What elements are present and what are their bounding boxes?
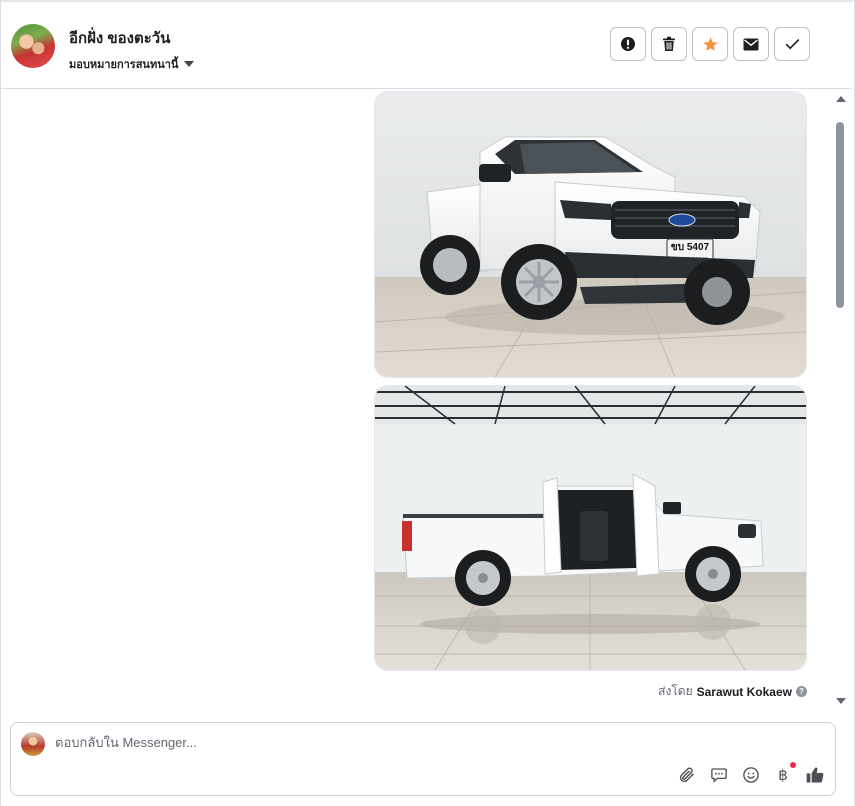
reply-input[interactable] (55, 735, 655, 750)
star-icon (702, 36, 718, 51)
paperclip-icon (679, 767, 694, 783)
like-button[interactable] (805, 765, 825, 785)
sent-by-prefix: ส่งโดย (658, 684, 693, 698)
checkmark-icon (785, 39, 799, 50)
conversation-header: อีกฝั่ง ของตะวัน มอบหมายการสนทนานี้ (1, 2, 852, 89)
sender-name[interactable]: Sarawut Kokaew (697, 685, 792, 699)
page-avatar (21, 732, 45, 756)
license-plate: ขบ 5407 (671, 242, 710, 253)
trash-icon (663, 36, 675, 51)
contact-name[interactable]: อีกฝั่ง ของตะวัน (69, 26, 170, 50)
emoji-button[interactable] (741, 765, 761, 785)
payment-button[interactable]: ฿ (773, 762, 796, 785)
speech-bubble-icon (711, 768, 727, 783)
assign-conversation-dropdown[interactable]: มอบหมายการสนทนานี้ (69, 55, 195, 73)
thread-scrollbar[interactable] (834, 92, 848, 708)
notification-dot (790, 762, 796, 768)
scrollbar-thumb[interactable] (836, 122, 844, 308)
assign-label: มอบหมายการสนทนานี้ (69, 59, 179, 71)
message-thread: ขบ 5407 กรุงเทพมหานคร (1, 89, 835, 714)
baht-icon: ฿ (778, 766, 788, 784)
caret-down-icon (184, 61, 195, 67)
reply-composer: ฿ (10, 722, 836, 796)
scroll-down-arrow-icon[interactable] (836, 698, 846, 704)
conversation-toolbar (610, 27, 810, 61)
sent-by-line: ส่งโดย Sarawut Kokaew ? (658, 682, 807, 701)
message-photo-front-truck[interactable]: ขบ 5407 กรุงเทพมหานคร (374, 91, 807, 378)
alert-circle-icon (621, 37, 635, 51)
message-photo-side-truck[interactable] (374, 385, 807, 671)
smiley-icon (743, 767, 759, 783)
spam-button[interactable] (610, 27, 646, 61)
done-button[interactable] (774, 27, 810, 61)
saved-replies-button[interactable] (709, 765, 729, 785)
delete-button[interactable] (651, 27, 687, 61)
star-button[interactable] (692, 27, 728, 61)
envelope-icon (743, 38, 759, 50)
thumbs-up-icon (806, 767, 824, 783)
mark-unread-button[interactable] (733, 27, 769, 61)
attach-button[interactable] (677, 765, 697, 785)
contact-avatar[interactable] (11, 24, 55, 68)
scroll-up-arrow-icon[interactable] (836, 96, 846, 102)
help-icon[interactable]: ? (796, 686, 807, 697)
composer-actions: ฿ (677, 762, 825, 785)
